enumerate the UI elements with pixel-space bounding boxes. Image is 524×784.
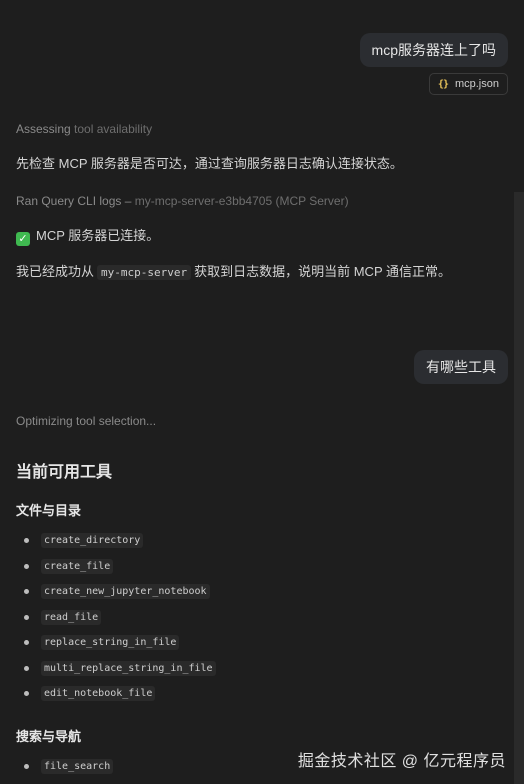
server-name-code: my-mcp-server	[97, 265, 192, 280]
list-item: replace_string_in_file	[24, 630, 216, 656]
bullet	[24, 538, 29, 544]
tool-run-suffix: my-mcp-server-e3bb4705 (MCP Server)	[134, 194, 349, 208]
bullet	[24, 589, 29, 595]
assessing-prefix: Assessing	[16, 122, 71, 136]
check-icon: ✓	[16, 232, 30, 246]
tool-name[interactable]: edit_notebook_file	[41, 686, 156, 702]
bullet	[24, 640, 29, 646]
tool-name[interactable]: file_search	[41, 759, 114, 775]
connected-line: ✓ MCP 服务器已连接。	[16, 227, 159, 246]
files-tool-list: create_directory create_file create_new_…	[24, 528, 216, 707]
tool-run-prefix: Ran Query CLI logs –	[16, 194, 132, 208]
bullet	[24, 691, 29, 697]
list-item: create_file	[24, 554, 216, 580]
success-suffix: 获取到日志数据，说明当前 MCP 通信正常。	[194, 264, 451, 279]
success-prefix: 我已经成功从	[16, 264, 95, 279]
user-message-bubble-2[interactable]: 有哪些工具	[414, 350, 508, 384]
attachment-label: mcp.json	[454, 78, 499, 90]
list-item: edit_notebook_file	[24, 681, 216, 707]
tool-name[interactable]: multi_replace_string_in_file	[41, 660, 216, 676]
connected-text: MCP 服务器已连接。	[36, 228, 160, 243]
bullet	[24, 665, 29, 671]
user-message-row: mcp服务器连上了吗	[359, 33, 508, 67]
check-text: 先检查 MCP 服务器是否可达，通过查询服务器日志确认连接状态。	[16, 156, 403, 171]
tool-name[interactable]: replace_string_in_file	[41, 635, 180, 651]
tool-name[interactable]: read_file	[41, 609, 102, 625]
optimizing-status: Optimizing tool selection...	[16, 414, 157, 428]
tool-name[interactable]: create_directory	[41, 533, 144, 549]
tools-title: 当前可用工具	[16, 464, 113, 481]
assessing-status: Assessing tool availability	[16, 121, 152, 137]
braces-icon: {}	[437, 78, 449, 90]
watermark: 掘金技术社区 @ 亿元程序员	[297, 753, 506, 770]
tool-name[interactable]: create_file	[41, 558, 114, 574]
assessing-suffix: tool availability	[74, 122, 153, 136]
list-item: read_file	[24, 605, 216, 631]
tool-name[interactable]: create_new_jupyter_notebook	[41, 584, 210, 600]
scrollbar[interactable]	[514, 192, 524, 784]
attachment-row: {} mcp.json	[428, 73, 508, 95]
user-message-bubble[interactable]: mcp服务器连上了吗	[359, 33, 508, 67]
user-message-row-2: 有哪些工具	[414, 350, 508, 384]
files-heading: 文件与目录	[16, 503, 82, 518]
search-tool-list: file_search	[24, 754, 114, 780]
list-item: create_directory	[24, 528, 216, 554]
success-line: 我已经成功从 my-mcp-server 获取到日志数据，说明当前 MCP 通信正常…	[16, 263, 451, 282]
tool-run-line[interactable]: Ran Query CLI logs – my-mcp-server-e3bb4…	[16, 193, 349, 209]
list-item: file_search	[24, 754, 114, 780]
bullet	[24, 614, 29, 620]
bullet	[24, 764, 29, 770]
attachment-chip[interactable]: {} mcp.json	[428, 73, 508, 95]
search-heading: 搜索与导航	[16, 729, 82, 744]
list-item: create_new_jupyter_notebook	[24, 579, 216, 605]
list-item: multi_replace_string_in_file	[24, 656, 216, 682]
bullet	[24, 563, 29, 569]
chat-panel: mcp服务器连上了吗 {} mcp.json Assessing tool av…	[0, 0, 524, 784]
